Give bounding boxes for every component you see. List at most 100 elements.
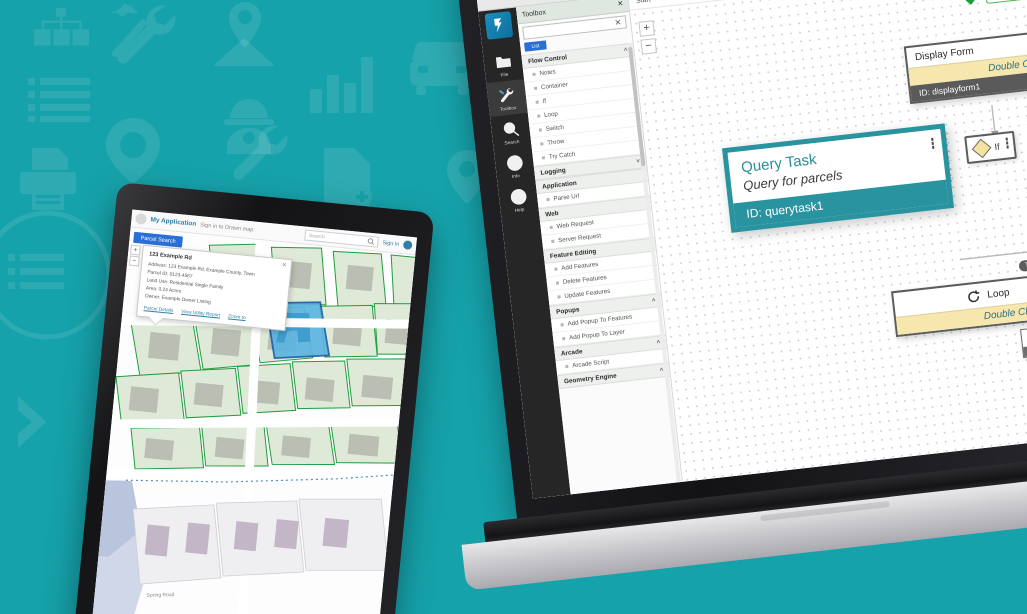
- drag-handle-icon[interactable]: [538, 128, 542, 132]
- app-body: File Toolbox Search Info Help Toolbox ✕ …: [478, 0, 1027, 499]
- popup-pointer: [148, 316, 163, 325]
- node-if-one[interactable]: If: [964, 130, 1017, 165]
- loop-icon: [968, 290, 980, 303]
- chevron-icon[interactable]: ˄: [656, 339, 660, 345]
- printer-icon: [20, 148, 76, 210]
- toolbox-item-label: Try Catch: [548, 150, 576, 161]
- screenshot-stage: Parcel Search ✕ Well Status Report ✕: [0, 0, 1027, 614]
- sidebar-item-file[interactable]: File: [482, 45, 524, 83]
- toolbox-item-label: Loop: [543, 110, 559, 119]
- toolbox-item-label: Add Features: [560, 260, 599, 273]
- drag-handle-icon[interactable]: [555, 281, 560, 285]
- circle-outline-icon: [0, 210, 112, 340]
- sidebar-item-help[interactable]: Help: [498, 180, 540, 218]
- drag-handle-icon[interactable]: [562, 337, 566, 341]
- laptop-bezel: Parcel Search ✕ Well Status Report ✕: [455, 0, 1027, 523]
- toolbox-filter-chip[interactable]: List: [523, 40, 547, 52]
- toolbox-item-label: Update Features: [564, 287, 611, 300]
- wrench-screwdriver-icon: [112, 3, 176, 64]
- zoom-in-button[interactable]: +: [638, 20, 655, 37]
- drag-handle-icon[interactable]: [532, 72, 536, 77]
- sidebar-item-label: File: [500, 71, 509, 78]
- svg-text:Spring Road: Spring Road: [147, 592, 175, 599]
- workflow-app: Parcel Search ✕ Well Status Report ✕: [475, 0, 1027, 499]
- map-app-title: My Application: [150, 216, 197, 228]
- bulleted-list-icon: [28, 78, 90, 122]
- drag-handle-icon[interactable]: [551, 239, 555, 243]
- toolbox-item-label: Container: [540, 81, 569, 92]
- drag-handle-icon[interactable]: [549, 225, 553, 230]
- tablet-screen: My Application Sign in to Drawn map Sear…: [92, 209, 418, 614]
- node-label: Loop: [986, 287, 1011, 301]
- app-logo-icon: [484, 11, 514, 40]
- chevron-icon[interactable]: ˅: [636, 159, 640, 165]
- drag-handle-icon[interactable]: [565, 364, 569, 369]
- drag-handle-icon[interactable]: [540, 142, 544, 146]
- drag-handle-icon[interactable]: [560, 323, 564, 327]
- toolbox-group-label: Application: [541, 179, 578, 191]
- toolbox-item-label: Throw: [546, 137, 565, 147]
- chevron-icon[interactable]: ˄: [652, 298, 656, 304]
- toolbox-item-label: Server Request: [557, 232, 602, 245]
- close-icon[interactable]: ✕: [617, 0, 624, 9]
- toolbox-item-label: Switch: [545, 123, 565, 133]
- drag-handle-icon[interactable]: [537, 114, 541, 118]
- toolbox-item-label: Notes: [539, 68, 556, 78]
- drag-handle-icon[interactable]: [533, 86, 538, 90]
- sidebar-item-label: Info: [511, 173, 521, 179]
- search-icon[interactable]: [367, 238, 375, 246]
- map-app-subtitle: Sign in to Drawn map: [199, 221, 254, 233]
- search-icon: [503, 122, 519, 137]
- bar-chart-icon: [310, 57, 373, 113]
- toolbox-group-label: Geometry Engine: [563, 372, 617, 385]
- drag-handle-icon[interactable]: [541, 156, 546, 160]
- map-feature-popup[interactable]: ✕ 123 Example Rd Address: 123 Example Rd…: [136, 244, 293, 331]
- map-area[interactable]: Oyster Lane Spring Road Parcel Search + …: [92, 227, 416, 614]
- drag-handle-icon[interactable]: [557, 295, 561, 299]
- wrench-icon: [233, 125, 288, 180]
- map-zoom-out-button[interactable]: −: [128, 255, 140, 267]
- clear-icon[interactable]: ✕: [614, 18, 622, 28]
- folder-icon: [495, 57, 511, 69]
- sidebar-item-toolbox[interactable]: Toolbox: [486, 79, 528, 118]
- info-icon: [506, 155, 523, 171]
- toolbox-group-label: Web: [544, 209, 559, 218]
- sidebar-item-info[interactable]: Info: [494, 147, 536, 185]
- avatar[interactable]: [402, 240, 413, 250]
- zoom-out-button[interactable]: −: [640, 38, 657, 55]
- help-icon: [510, 189, 526, 205]
- toolbox-item-label: If: [542, 97, 547, 106]
- popup-link[interactable]: Parcel Details: [144, 306, 174, 314]
- map-search-placeholder: Search: [308, 232, 325, 240]
- map-sheet-icon: [213, 38, 275, 66]
- toolbox-item-label: Parse Url: [553, 192, 580, 203]
- toolbox-group-label: Popups: [555, 305, 580, 316]
- drag-handle-icon[interactable]: [535, 100, 539, 104]
- node-menu-icon[interactable]: [1005, 137, 1009, 149]
- app-logo: [134, 212, 148, 225]
- toolbox-title: Toolbox: [521, 8, 547, 19]
- toolbox-item-label: Arcade Script: [571, 358, 610, 370]
- diamond-icon: [971, 138, 992, 159]
- toolbox-group-label: Flow Control: [527, 53, 568, 65]
- sign-in-button[interactable]: Sign In: [382, 240, 399, 248]
- toolbox-item-label: Web Request: [556, 219, 595, 231]
- laptop-device: Parcel Search ✕ Well Status Report ✕: [455, 0, 1027, 591]
- popup-link[interactable]: View Utility Report: [181, 309, 220, 318]
- sidebar-item-label: Help: [514, 206, 525, 213]
- drag-handle-icon[interactable]: [554, 267, 558, 271]
- tablet-device: My Application Sign in to Drawn map Sear…: [73, 182, 435, 614]
- map-zoom-in-button[interactable]: +: [129, 244, 141, 256]
- workflow-canvas[interactable]: Start + − Display Form Double Click ID: …: [628, 0, 1027, 482]
- close-icon[interactable]: ✕: [282, 262, 287, 268]
- location-target-icon: [106, 118, 160, 184]
- toolbox-group-label: Arcade: [560, 347, 583, 358]
- sidebar-item-search[interactable]: Search: [490, 113, 532, 151]
- laptop-screen: Parcel Search ✕ Well Status Report ✕: [475, 0, 1027, 499]
- popup-link[interactable]: Zoom to: [228, 314, 246, 321]
- chevron-icon[interactable]: ˄: [624, 47, 628, 53]
- drag-handle-icon[interactable]: [546, 197, 550, 202]
- document-icon: [324, 148, 372, 208]
- chevron-icon[interactable]: ˄: [660, 367, 664, 373]
- tools-icon: [498, 88, 513, 103]
